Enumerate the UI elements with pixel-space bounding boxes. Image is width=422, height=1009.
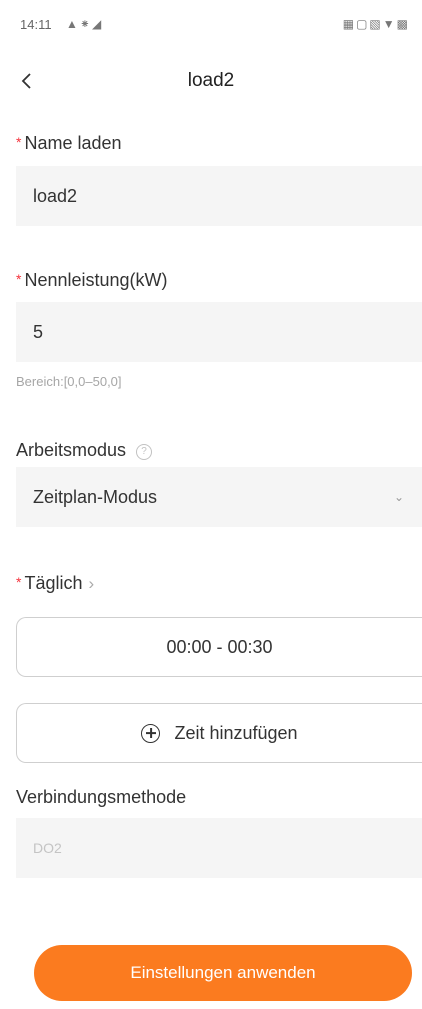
mode-select[interactable]: Zeitplan-Modus ⌄: [16, 467, 422, 527]
chevron-right-icon: ›: [88, 574, 95, 593]
name-label: * Name laden: [16, 133, 122, 154]
daily-label-text: Täglich: [24, 573, 83, 593]
power-field-box: [16, 302, 422, 362]
required-mark: *: [16, 134, 22, 150]
apply-settings-button[interactable]: Einstellungen anwenden: [34, 945, 412, 1001]
required-mark: *: [16, 271, 22, 287]
mode-label-text: Arbeitsmodus: [16, 440, 127, 460]
connection-label-text: Verbindungsmethode: [16, 787, 187, 807]
signal-icon: ◢: [91, 17, 104, 31]
status-time: 14:11: [20, 17, 52, 32]
mode-label: Arbeitsmodus?: [16, 440, 153, 461]
power-label: * Nennleistung(kW): [16, 270, 168, 291]
bluetooth-icon: ⁕: [79, 17, 92, 31]
battery-saver-icon: ▢: [356, 17, 370, 31]
power-range-hint: Bereich:[0,0–50,0]: [16, 374, 122, 389]
notification-icon: ▲: [66, 17, 80, 31]
power-input[interactable]: [16, 320, 422, 344]
plus-circle-icon: [141, 723, 161, 743]
add-time-label: Zeit hinzufügen: [174, 722, 298, 743]
page-title: load2: [187, 70, 235, 91]
status-right-icons: ▦▢▧▼▩: [343, 17, 410, 31]
chevron-down-icon: ⌄: [393, 490, 404, 504]
time-slot-item[interactable]: 00:00 - 00:30: [16, 617, 422, 677]
wifi-icon: ▼: [382, 17, 397, 31]
name-input[interactable]: [16, 184, 422, 208]
add-time-button[interactable]: Zeit hinzufügen: [16, 703, 422, 763]
name-label-text: Name laden: [24, 133, 122, 153]
sim-icon: ▧: [369, 17, 383, 31]
connection-label: Verbindungsmethode: [16, 787, 186, 808]
status-left-icons: ▲⁕◢: [66, 17, 103, 31]
name-field-box: [16, 166, 422, 226]
battery-icon: ▩: [396, 17, 410, 31]
question-circle-icon[interactable]: ?: [136, 444, 153, 460]
power-label-text: Nennleistung(kW): [24, 270, 168, 290]
connection-value: DO2: [33, 840, 62, 856]
connection-field: DO2: [16, 818, 422, 878]
time-slot-range: 00:00 - 00:30: [166, 636, 273, 657]
nav-bar: load2: [0, 60, 422, 104]
status-bar: 14:11 ▲⁕◢ ▦▢▧▼▩: [0, 0, 422, 52]
daily-label[interactable]: * Täglich ›: [16, 573, 94, 594]
required-mark: *: [16, 574, 22, 590]
network-icon: ▦: [342, 17, 357, 31]
mode-select-value: Zeitplan-Modus: [33, 486, 158, 507]
